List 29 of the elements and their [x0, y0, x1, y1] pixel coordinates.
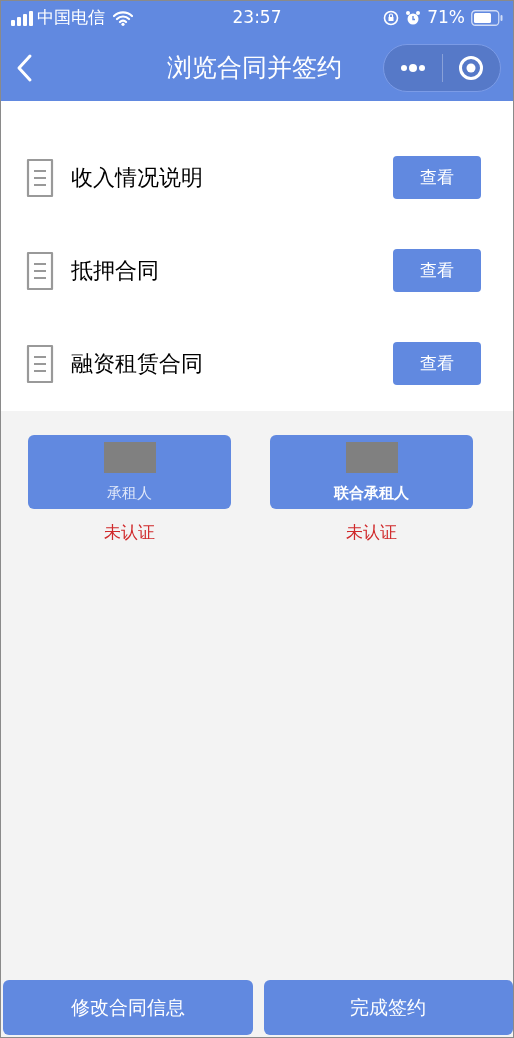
view-button[interactable]: 查看	[393, 342, 481, 385]
carrier-name: 中国电信	[37, 6, 105, 30]
footer-button[interactable]: 修改合同信息	[3, 980, 253, 1035]
verification-status: 未认证	[346, 521, 397, 544]
document-icon	[25, 250, 55, 291]
document-icon	[25, 157, 55, 198]
redacted-block	[103, 442, 156, 473]
target-icon	[458, 55, 485, 81]
view-button[interactable]: 查看	[393, 249, 481, 292]
clock-time: 23:57	[232, 6, 282, 30]
wifi-icon	[113, 10, 133, 26]
signal-icon	[11, 10, 33, 26]
party-button[interactable]: 联合承租人	[270, 435, 473, 509]
verification-status: 未认证	[104, 521, 155, 544]
battery-percent: 71%	[427, 6, 465, 30]
document-icon	[25, 343, 55, 384]
view-button[interactable]: 查看	[393, 156, 481, 199]
back-icon	[15, 53, 33, 83]
footer-button[interactable]: 完成签约	[263, 980, 513, 1035]
party-button[interactable]: 承租人	[28, 435, 231, 509]
alarm-icon	[405, 10, 422, 26]
more-icon	[399, 63, 426, 73]
document-name: 收入情况说明	[71, 164, 203, 192]
battery-icon	[471, 10, 503, 26]
document-name: 融资租赁合同	[71, 350, 203, 378]
document-name: 抵押合同	[71, 257, 159, 285]
redacted-block	[345, 442, 398, 473]
page-title: 浏览合同并签约	[167, 52, 342, 85]
rotation-lock-icon	[383, 10, 400, 26]
